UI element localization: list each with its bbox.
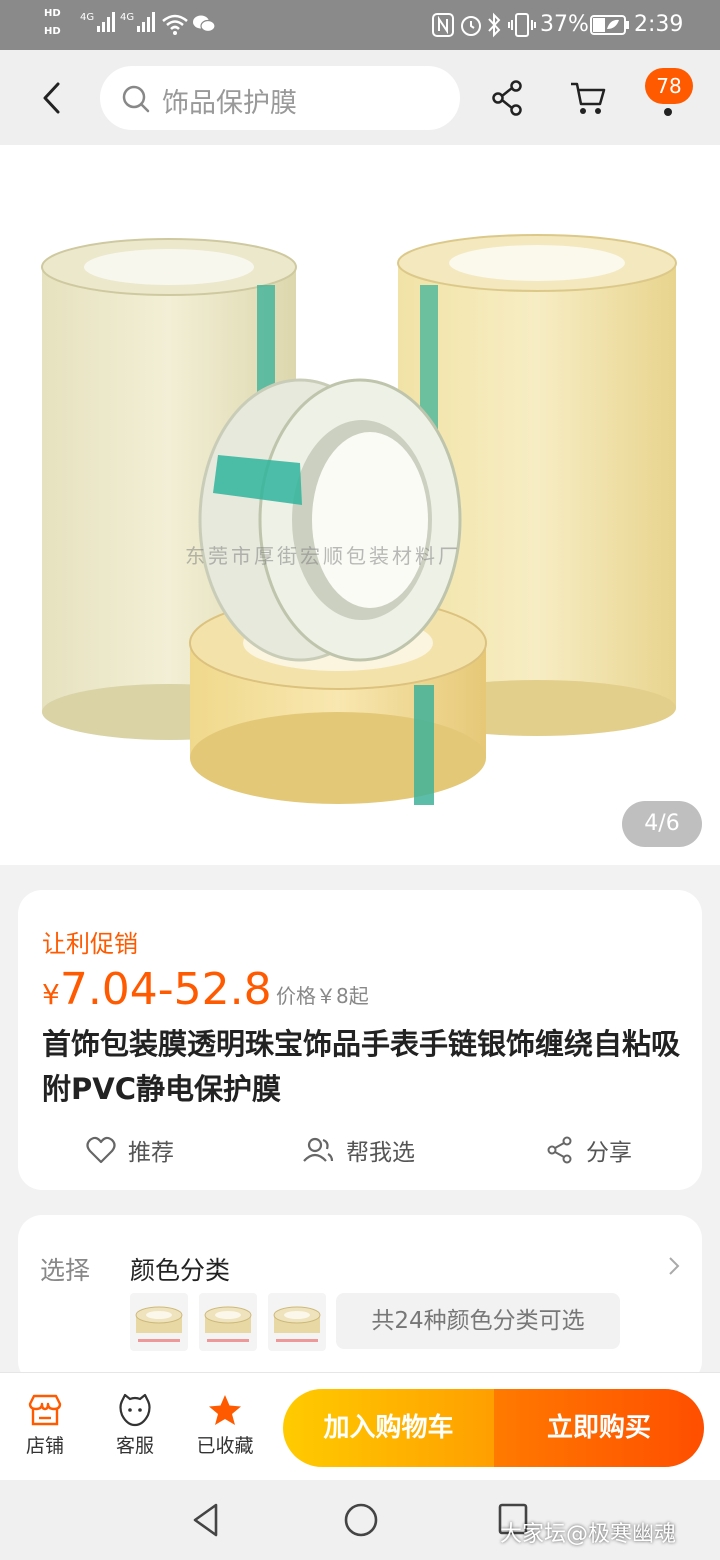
cart-badge[interactable]: 78 [645,68,693,104]
star-icon [209,1395,241,1425]
signal-icon-2: 4G [120,12,157,32]
share-label: 分享 [586,1140,632,1166]
store-label: 店铺 [25,1435,64,1457]
nav-back-icon[interactable] [190,1502,222,1538]
favorite-button[interactable]: 已收藏 [190,1393,260,1458]
people-icon [303,1137,334,1162]
battery-icon [590,15,629,35]
option-thumb-3[interactable] [268,1293,326,1351]
battery-percent: 37% [540,12,589,37]
clock: 2:39 [634,12,684,37]
option-selector-card[interactable]: 选择 颜色分类 共24种颜色分类可选 [18,1215,702,1385]
help-choose-label: 帮我选 [346,1140,415,1166]
wechat-icon [193,15,216,33]
service-label: 客服 [115,1435,154,1457]
help-choose-button[interactable]: 帮我选 [302,1130,415,1170]
customer-service-button[interactable]: 客服 [100,1393,170,1458]
favorited-label: 已收藏 [196,1435,254,1457]
option-thumb-1[interactable] [130,1293,188,1351]
search-bar[interactable]: 饰品保护膜 [100,66,460,130]
product-actions: 推荐 帮我选 分享 [18,1130,702,1170]
back-icon[interactable] [36,78,70,118]
forum-watermark: 大家坛@极寒幽魂 [500,1522,677,1547]
option-thumb-2[interactable] [199,1293,257,1351]
image-counter: 4/6 [622,801,702,847]
chevron-right-icon [669,1257,680,1275]
search-placeholder: 饰品保护膜 [162,88,297,119]
hd-indicator: HD HD [44,8,61,38]
share-small-icon [547,1136,572,1164]
color-category: 颜色分类 [130,1256,231,1285]
add-to-cart-button[interactable]: 加入购物车 [283,1389,494,1467]
hd-label-1: HD [44,8,61,19]
buy-now-button[interactable]: 立即购买 [494,1389,704,1467]
wifi-icon [162,14,188,35]
vibrate-icon [508,13,536,37]
more-options-chip[interactable]: 共24种颜色分类可选 [336,1293,620,1349]
promo-label: 让利促销 [42,930,138,958]
recommend-label: 推荐 [128,1140,174,1166]
original-price: 价格￥8起 [276,984,369,1008]
price-symbol: ¥ [42,978,60,1011]
network-label-2: 4G [120,12,135,23]
bottom-action-bar: 店铺 客服 已收藏 加入购物车 立即购买 [0,1372,720,1480]
price-range: 7.04-52.8 [59,964,272,1015]
share-action-button[interactable]: 分享 [546,1130,632,1170]
tape-thumb-icon [204,1306,252,1342]
product-gallery[interactable]: 东莞市厚街宏顺包装材料厂 4/6 [0,145,720,865]
store-button[interactable]: 店铺 [10,1393,80,1458]
hd-label-2: HD [44,26,61,37]
product-info-card: 让利促销 ¥7.04-52.8 价格￥8起 首饰包装膜透明珠宝饰品手表手链银饰缠… [18,890,702,1190]
select-label: 选择 [40,1256,91,1285]
system-nav-bar: 大家坛@极寒幽魂 [0,1480,720,1560]
status-bar: HD HD 4G 4G 37% 2:39 [0,0,720,50]
tape-thumb-icon [135,1306,183,1342]
tape-rolls-image [41,234,677,805]
alarm-icon [461,16,481,36]
share-icon[interactable] [490,78,526,118]
top-nav: 饰品保护膜 78 [0,50,720,145]
heart-icon [86,1136,116,1164]
bluetooth-icon [488,12,501,38]
image-watermark: 东莞市厚街宏顺包装材料厂 [185,544,461,568]
customer-service-icon [119,1393,151,1427]
price: ¥7.04-52.8 [42,964,272,1015]
signal-icon: 4G [80,12,117,32]
product-title: 首饰包装膜透明珠宝饰品手表手链银饰缠绕自粘吸附PVC静电保护膜 [42,1027,681,1106]
store-icon [28,1394,62,1426]
tape-thumb-icon [273,1306,321,1342]
recommend-button[interactable]: 推荐 [86,1130,174,1170]
network-label-1: 4G [80,12,95,23]
search-icon [122,85,150,113]
nav-home-icon[interactable] [343,1502,379,1538]
nfc-icon [432,13,454,37]
cart-icon[interactable] [568,78,608,118]
more-icon[interactable] [664,108,672,116]
